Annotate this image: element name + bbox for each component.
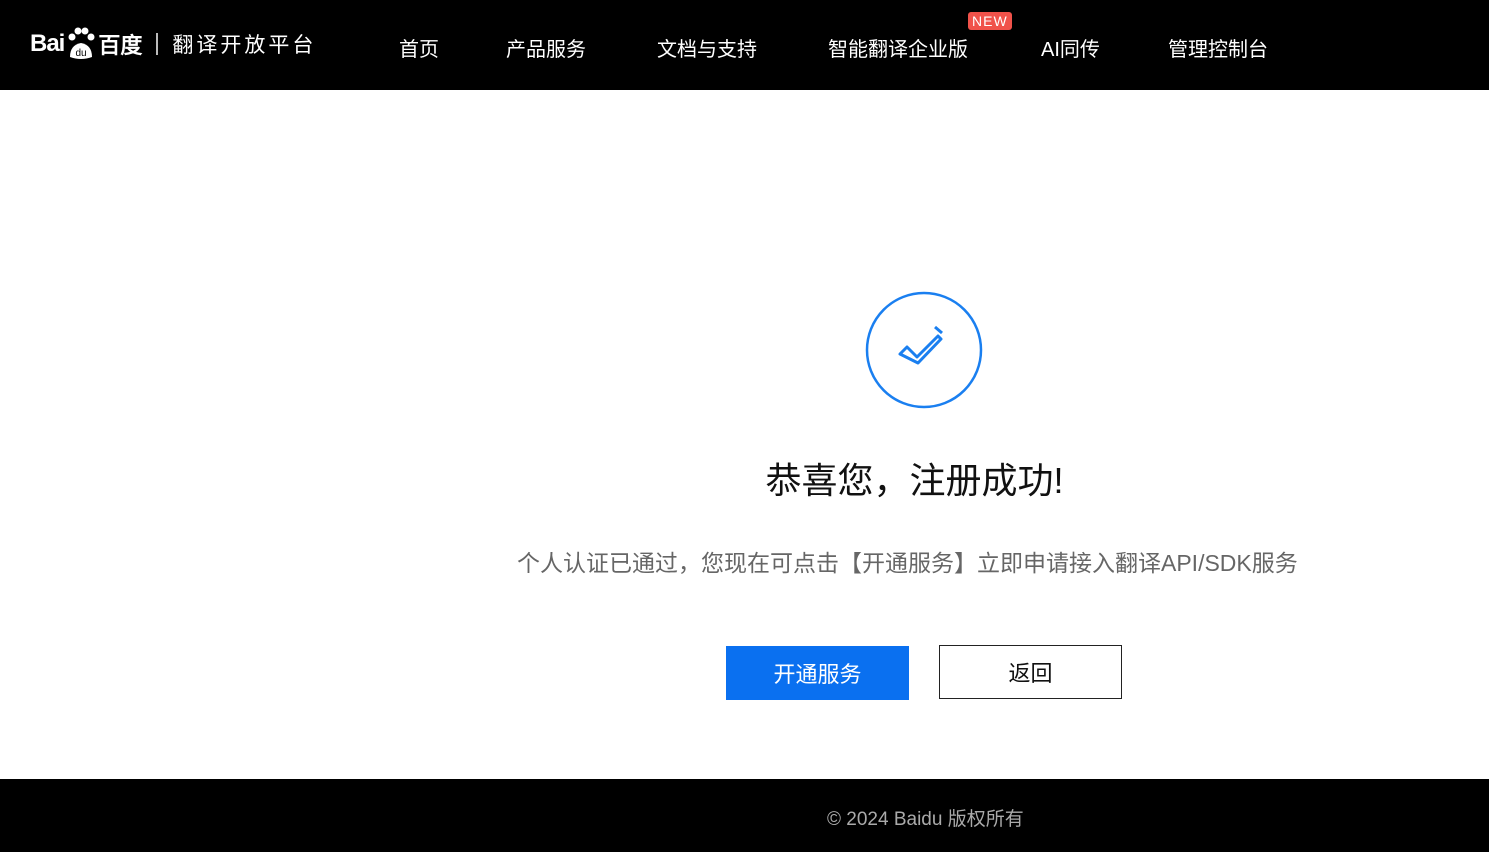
nav-docs-support[interactable]: 文档与支持 <box>657 33 757 62</box>
nav-enterprise[interactable]: 智能翻译企业版 <box>828 33 968 62</box>
logo-divider <box>156 33 159 55</box>
svg-text:du: du <box>76 48 87 59</box>
nav-console[interactable]: 管理控制台 <box>1168 33 1268 62</box>
top-nav-bar: Bai du 百度 翻译开放平台 首页 产品服务 文档与支持 智能翻译企业版 N… <box>0 0 1489 90</box>
footer: © 2024 Baidu 版权所有 <box>0 779 1489 852</box>
success-title: 恭喜您，注册成功! <box>765 460 1064 501</box>
success-description: 个人认证已通过，您现在可点击【开通服务】立即申请接入翻译API/SDK服务 <box>517 550 1298 576</box>
nav-ai-interpretation[interactable]: AI同传 <box>1041 33 1100 62</box>
copyright: © 2024 Baidu 版权所有 <box>827 809 1024 830</box>
logo-baidu-cn: 百度 <box>98 33 143 58</box>
nav-home[interactable]: 首页 <box>399 33 439 62</box>
back-button[interactable]: 返回 <box>939 645 1122 699</box>
paw-icon: du <box>66 27 96 61</box>
logo-bai: Bai <box>30 30 65 57</box>
platform-name: 翻译开放平台 <box>172 34 317 57</box>
nav-products[interactable]: 产品服务 <box>506 33 586 62</box>
logo[interactable]: Bai du 百度 翻译开放平台 <box>30 22 316 66</box>
activate-service-button[interactable]: 开通服务 <box>726 646 909 700</box>
new-badge: NEW <box>968 12 1012 30</box>
success-check-icon <box>865 291 983 414</box>
